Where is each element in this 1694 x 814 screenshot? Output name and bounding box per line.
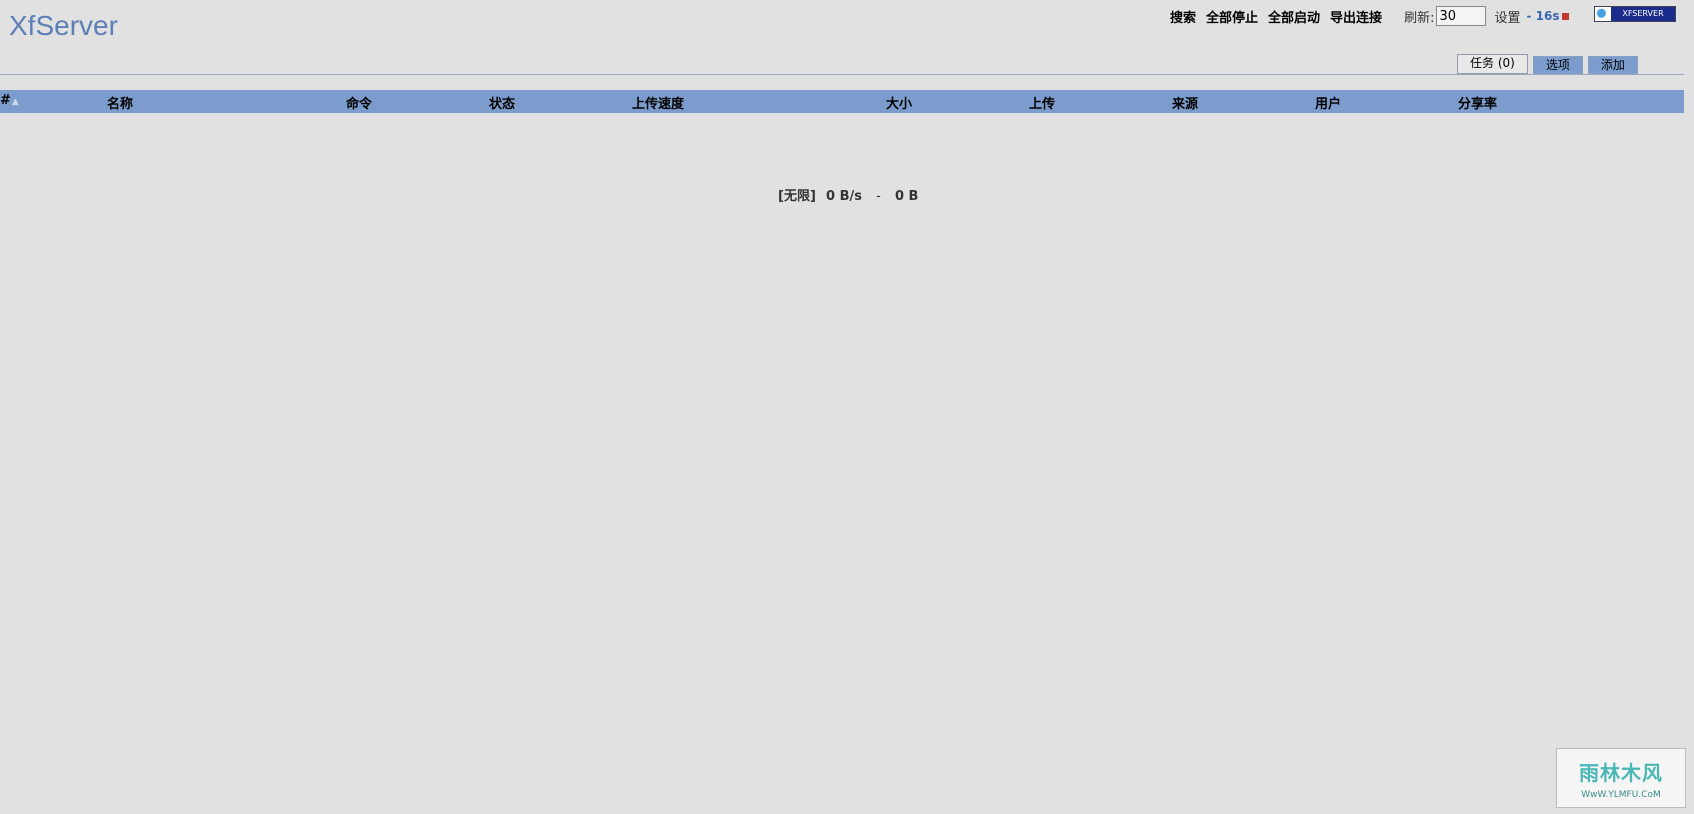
tab-tasks[interactable]: 任务 (0) bbox=[1457, 54, 1528, 74]
refresh-countdown: - 16s bbox=[1526, 9, 1560, 23]
transfer-summary: [无限] 0 B/s - 0 B bbox=[778, 185, 918, 204]
start-all-link[interactable]: 全部启动 bbox=[1268, 7, 1320, 26]
watermark-url: WwW.YLMFU.CoM bbox=[1581, 790, 1661, 800]
refresh-interval-input[interactable] bbox=[1436, 6, 1487, 26]
column-header-index[interactable]: #▲ bbox=[0, 93, 19, 108]
settings-link[interactable]: 设置 bbox=[1494, 7, 1520, 26]
column-header-source[interactable]: 来源 bbox=[1172, 93, 1198, 112]
column-header-status[interactable]: 状态 bbox=[489, 93, 515, 112]
pause-refresh-icon[interactable] bbox=[1562, 12, 1570, 20]
export-connections-link[interactable]: 导出连接 bbox=[1330, 7, 1382, 26]
column-header-size[interactable]: 大小 bbox=[886, 93, 912, 112]
column-header-share-ratio[interactable]: 分享率 bbox=[1458, 93, 1497, 112]
globe-icon bbox=[1595, 7, 1611, 21]
column-header-name[interactable]: 名称 bbox=[107, 93, 133, 112]
top-toolbar: 搜索 全部停止 全部启动 导出连接 刷新: 设置 - 16s bbox=[1170, 6, 1570, 26]
divider bbox=[0, 74, 1684, 75]
total-speed: 0 B/s bbox=[826, 189, 862, 204]
tab-options[interactable]: 选项 bbox=[1532, 56, 1583, 74]
sort-ascending-icon: ▲ bbox=[11, 97, 19, 107]
speed-limit-label[interactable]: [无限] bbox=[778, 189, 816, 204]
stop-all-link[interactable]: 全部停止 bbox=[1206, 7, 1258, 26]
column-header-user[interactable]: 用户 bbox=[1315, 93, 1341, 112]
logo-badge-text: XFSERVER bbox=[1611, 7, 1675, 21]
search-link[interactable]: 搜索 bbox=[1170, 7, 1196, 26]
xfserver-logo-badge[interactable]: XFSERVER bbox=[1594, 6, 1676, 22]
table-header: #▲ 名称 命令 状态 上传速度 大小 上传 来源 用户 分享率 bbox=[0, 90, 1684, 113]
summary-separator: - bbox=[876, 189, 881, 204]
app-title: XfServer bbox=[9, 10, 118, 41]
tab-add[interactable]: 添加 bbox=[1587, 56, 1638, 74]
column-header-command[interactable]: 命令 bbox=[346, 93, 372, 112]
refresh-label: 刷新: bbox=[1404, 10, 1435, 26]
column-header-upload-speed[interactable]: 上传速度 bbox=[632, 93, 684, 112]
tab-bar: 任务 (0) 选项 添加 bbox=[1452, 54, 1638, 74]
total-size: 0 B bbox=[894, 189, 919, 204]
watermark-main-text: 雨林木风 bbox=[1579, 761, 1663, 785]
watermark-logo: 雨林木风 WwW.YLMFU.CoM bbox=[1556, 748, 1686, 808]
column-header-uploaded[interactable]: 上传 bbox=[1029, 93, 1055, 112]
